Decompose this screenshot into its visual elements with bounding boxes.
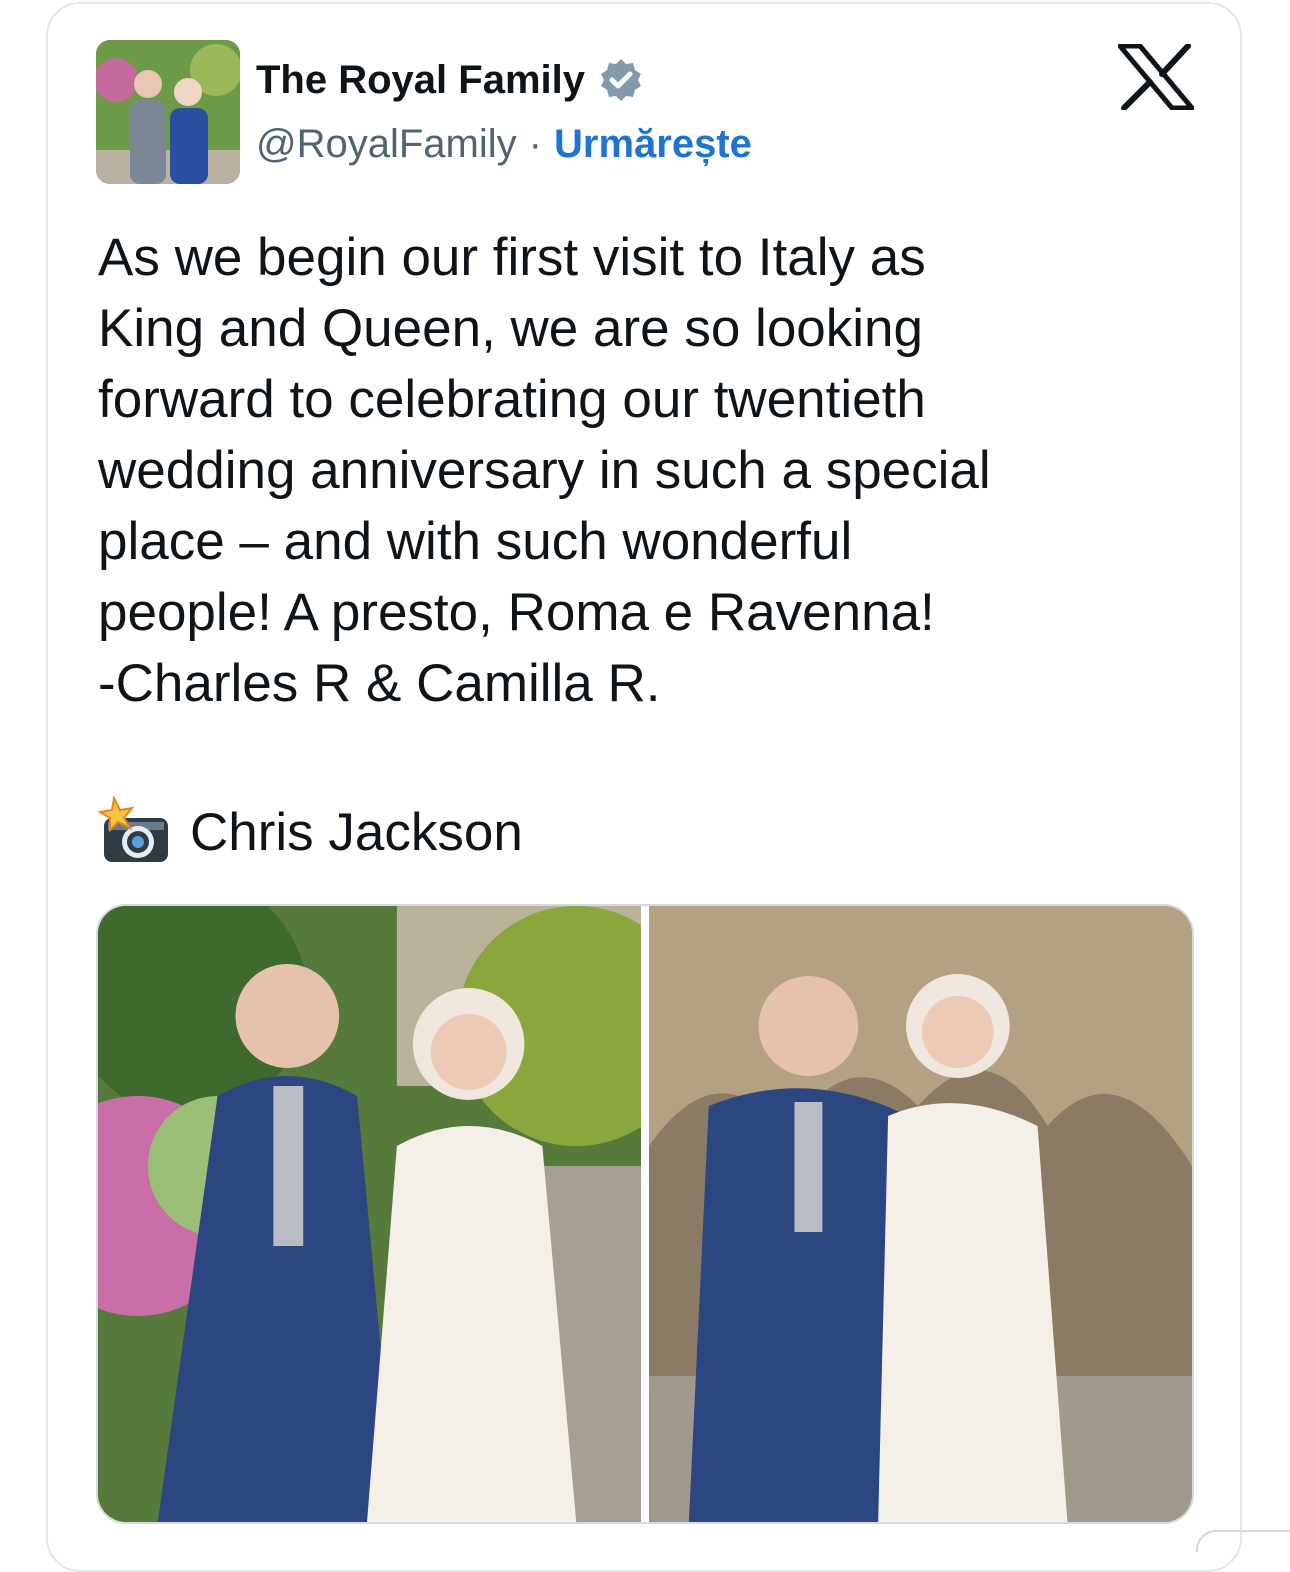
x-logo-icon[interactable] bbox=[1117, 43, 1195, 111]
camera-flash-icon bbox=[97, 794, 174, 868]
tweet-text: As we begin our first visit to Italy as … bbox=[98, 228, 991, 713]
media-grid bbox=[96, 904, 1194, 1524]
photo-garden[interactable] bbox=[98, 906, 641, 1522]
photo-credit: Chris Jackson bbox=[97, 794, 523, 868]
author-handle[interactable]: @RoyalFamily bbox=[256, 116, 517, 172]
verified-badge-icon bbox=[597, 56, 645, 104]
author-handle-row: @RoyalFamily · Urmărește bbox=[256, 116, 752, 172]
author-name[interactable]: The Royal Family bbox=[256, 52, 585, 108]
follow-button[interactable]: Urmărește bbox=[554, 116, 752, 172]
separator-dot: · bbox=[528, 122, 542, 166]
avatar[interactable] bbox=[96, 40, 240, 184]
author-name-row[interactable]: The Royal Family bbox=[256, 52, 645, 108]
next-card-edge bbox=[1196, 1530, 1290, 1552]
photo-credit-name: Chris Jackson bbox=[190, 802, 523, 862]
photo-grotto[interactable] bbox=[649, 906, 1192, 1522]
